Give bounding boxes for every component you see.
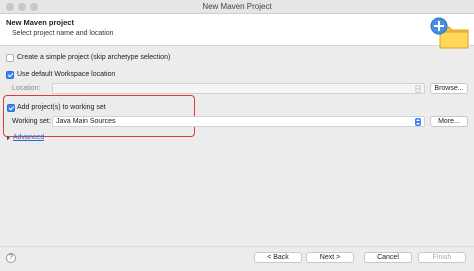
working-set-value: Java Main Sources xyxy=(56,118,116,125)
default-workspace-label: Use default Workspace location xyxy=(17,71,116,78)
disclosure-triangle-icon[interactable] xyxy=(7,136,10,140)
default-workspace-checkbox[interactable] xyxy=(6,71,14,79)
finish-button[interactable]: Finish xyxy=(418,252,466,263)
window-titlebar: New Maven Project xyxy=(0,0,474,14)
new-folder-icon xyxy=(430,17,469,49)
help-button[interactable]: ? xyxy=(6,253,16,263)
location-dropdown-arrow-icon[interactable] xyxy=(415,85,421,93)
cancel-button[interactable]: Cancel xyxy=(364,252,412,263)
next-button[interactable]: Next > xyxy=(306,252,354,263)
working-set-dropdown-arrow-icon[interactable] xyxy=(415,118,421,126)
working-set-combo[interactable]: Java Main Sources xyxy=(52,116,425,127)
back-button[interactable]: < Back xyxy=(254,252,302,263)
working-set-checkbox[interactable] xyxy=(7,104,15,112)
location-combo[interactable] xyxy=(52,83,425,94)
page-title: New Maven project xyxy=(6,18,74,27)
browse-button[interactable]: Browse... xyxy=(430,83,468,94)
window-title: New Maven Project xyxy=(202,2,272,11)
advanced-link[interactable]: Advanced xyxy=(13,134,44,141)
working-set-label: Working set: xyxy=(12,118,51,125)
wizard-header: New Maven project Select project name an… xyxy=(0,14,474,49)
location-label: Location: xyxy=(12,85,41,92)
working-set-checkbox-label: Add project(s) to working set xyxy=(17,104,106,111)
more-button[interactable]: More... xyxy=(430,116,468,127)
simple-project-label: Create a simple project (skip archetype … xyxy=(17,54,171,61)
page-subtitle: Select project name and location xyxy=(12,30,114,37)
simple-project-checkbox[interactable] xyxy=(6,54,14,62)
footer-separator xyxy=(0,246,474,247)
